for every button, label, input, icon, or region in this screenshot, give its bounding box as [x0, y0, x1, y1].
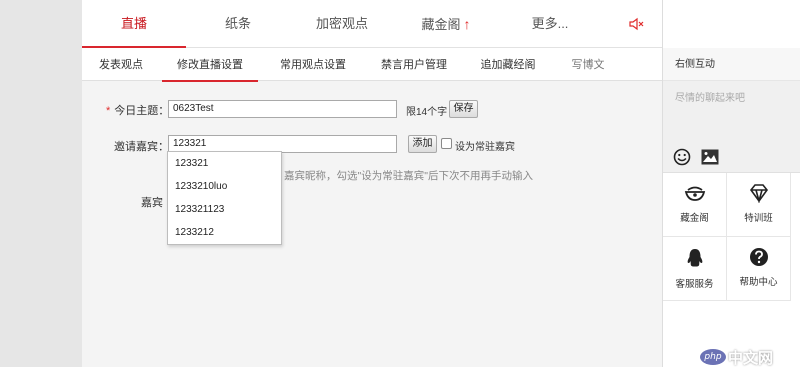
subtab-append-treasury[interactable]: 追加藏经阁: [470, 48, 546, 81]
guest-suggestions-dropdown: 123321 1233210luo 123321123 1233212: [167, 151, 282, 245]
right-panel-title: 右侧互动: [663, 48, 800, 81]
left-gutter: [0, 0, 82, 367]
regular-guest-label: 设为常驻嘉宾: [455, 142, 515, 153]
tab-notes-label: 纸条: [224, 16, 251, 31]
subtab-live-settings[interactable]: 修改直播设置: [162, 48, 258, 82]
grid-item-customer-service-label: 客服服务: [675, 279, 714, 290]
grid-item-help-center[interactable]: 帮助中心: [727, 237, 791, 301]
php-logo: php: [700, 349, 726, 365]
guest-help-text: 嘉宾昵称，勾选"设为常驻嘉宾"后下次不用再手动输入: [284, 170, 533, 182]
save-button[interactable]: 保存: [449, 100, 478, 118]
regular-guest-checkbox[interactable]: [441, 138, 452, 149]
suggestion-item[interactable]: 123321: [168, 152, 281, 175]
tab-more-label: 更多...: [531, 16, 569, 31]
speaker-mute-icon[interactable]: [628, 16, 644, 32]
topic-label-text: 今日主题：: [114, 105, 170, 117]
live-settings-form: * 今日主题： 0623Test 限14个字 保存 邀请嘉宾： 123321 添加…: [82, 82, 662, 367]
grid-item-treasury-label: 藏金阁: [680, 213, 709, 224]
tab-live-label: 直播: [120, 16, 147, 31]
tab-encrypted-views-label: 加密观点: [315, 16, 368, 31]
service-grid: 藏金阁 特训班 客服服务 帮助中心: [663, 172, 800, 367]
ingot-icon: [684, 186, 705, 201]
right-panel: 右侧互动 尽情的聊起来吧 藏金阁 特训班 客服服务 帮助中心: [662, 0, 800, 367]
guests-label: 嘉宾: [141, 197, 163, 209]
subtab-common-views[interactable]: 常用观点设置: [268, 48, 358, 81]
main-panel: 直播 纸条 加密观点 藏金阁 ↑ 更多... 发表观点 修改直播设置 常用观点设置…: [82, 0, 662, 367]
required-mark: *: [106, 105, 111, 117]
site-watermark: php 中文网: [700, 346, 800, 367]
guest-label: 邀请嘉宾：: [114, 141, 169, 153]
suggestion-item[interactable]: 123321123: [168, 198, 281, 221]
diamond-icon: [749, 184, 768, 205]
sub-nav: 发表观点 修改直播设置 常用观点设置 禁言用户管理 追加藏经阁 写博文: [82, 48, 662, 82]
tab-treasury[interactable]: 藏金阁 ↑: [394, 0, 498, 48]
tab-notes[interactable]: 纸条: [186, 0, 290, 48]
suggestion-item[interactable]: 1233212: [168, 221, 281, 244]
watermark-text: 中文网: [728, 350, 774, 367]
qq-penguin-icon: [687, 249, 702, 267]
tab-live[interactable]: 直播: [82, 0, 186, 49]
subtab-mute-users[interactable]: 禁言用户管理: [368, 48, 460, 81]
question-icon: [749, 248, 768, 266]
tab-more[interactable]: 更多...: [498, 0, 602, 48]
hot-arrow-icon: ↑: [463, 16, 471, 32]
grid-item-treasury[interactable]: 藏金阁: [663, 173, 727, 237]
grid-item-training-label: 特训班: [744, 213, 773, 224]
image-icon[interactable]: [701, 149, 719, 165]
chat-placeholder[interactable]: 尽情的聊起来吧: [675, 89, 745, 104]
smiley-icon[interactable]: [673, 148, 691, 166]
topic-input[interactable]: 0623Test: [168, 100, 397, 118]
top-nav: 直播 纸条 加密观点 藏金阁 ↑ 更多...: [82, 0, 662, 49]
subtab-post-view[interactable]: 发表观点: [88, 48, 154, 81]
suggestion-item[interactable]: 1233210luo: [168, 175, 281, 198]
topic-label: * 今日主题：: [106, 102, 169, 118]
grid-item-help-center-label: 帮助中心: [739, 277, 778, 288]
subtab-write-blog[interactable]: 写博文: [558, 48, 618, 81]
right-panel-header-blank: [663, 0, 800, 48]
grid-item-customer-service[interactable]: 客服服务: [663, 237, 727, 301]
tab-treasury-label: 藏金阁: [421, 17, 461, 32]
add-guest-button[interactable]: 添加: [408, 135, 437, 153]
grid-item-training[interactable]: 特训班: [727, 173, 791, 237]
tab-encrypted-views[interactable]: 加密观点: [290, 0, 394, 48]
topic-hint: 限14个字: [406, 107, 448, 118]
